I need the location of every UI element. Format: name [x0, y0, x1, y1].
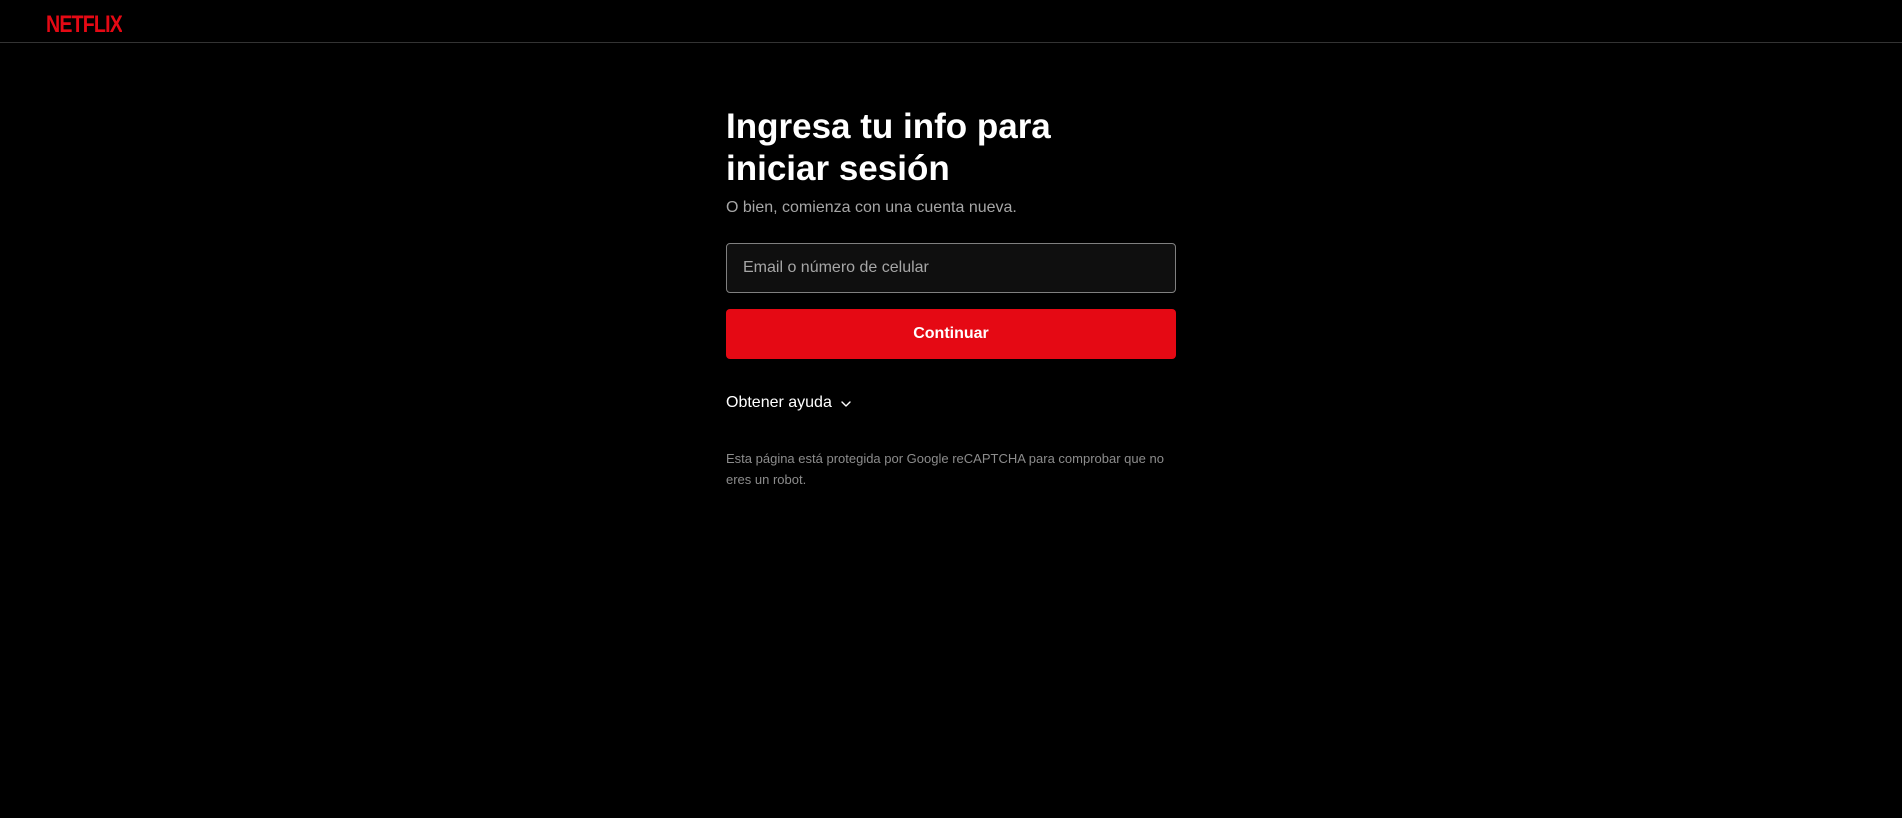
- site-header: NETFLIX: [0, 0, 1902, 43]
- help-label: Obtener ayuda: [726, 394, 832, 411]
- page-title: Ingresa tu info para iniciar sesión: [726, 107, 1051, 188]
- email-field[interactable]: [727, 244, 1175, 292]
- netflix-logo[interactable]: NETFLIX: [46, 12, 122, 36]
- continue-button[interactable]: Continuar: [726, 309, 1176, 359]
- help-toggle[interactable]: Obtener ayuda: [726, 394, 852, 412]
- email-field-container: [726, 243, 1176, 293]
- login-form: Ingresa tu info para iniciar sesión O bi…: [726, 106, 1176, 503]
- chevron-down-icon: [840, 397, 852, 409]
- svg-text:NETFLIX: NETFLIX: [46, 12, 122, 34]
- netflix-logo-wordmark: NETFLIX: [46, 12, 122, 34]
- page-subtitle: O bien, comienza con una cuenta nueva.: [726, 199, 1017, 216]
- recaptcha-notice: Esta página está protegida por Google re…: [726, 451, 1164, 487]
